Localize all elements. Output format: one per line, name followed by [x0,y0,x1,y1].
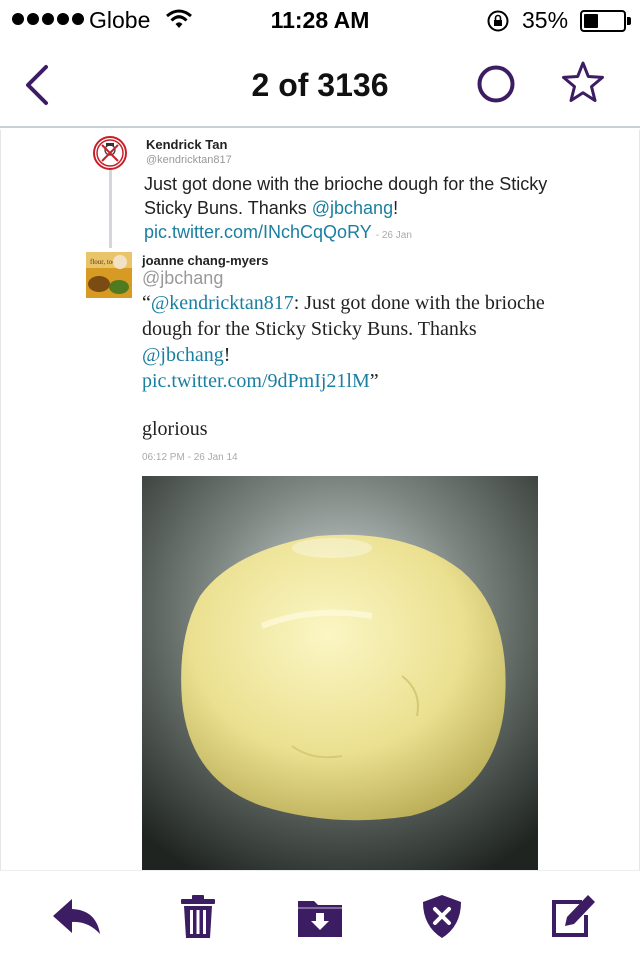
mention-link[interactable]: @kendricktan817 [151,292,294,314]
avatar[interactable]: flour, too [86,252,132,298]
tweet-text: “@kendricktan817: Just got done with the… [142,290,562,394]
quote-punct: ! [223,344,231,366]
thread-connector [109,168,112,248]
rotation-lock-icon [487,10,509,32]
mention-link[interactable]: @jbchang [312,198,393,218]
reply-icon[interactable] [50,893,102,939]
tweet-detail: Kendrick Tan @kendricktan817 Just got do… [0,130,640,870]
star-icon[interactable] [560,60,606,106]
avatar[interactable] [93,136,127,170]
tweet-punct: ! [393,198,399,218]
navigation-bar: 2 of 3136 [0,40,640,128]
photo-link[interactable]: pic.twitter.com/INchCqQoRY [144,222,372,242]
battery-icon [580,10,631,32]
status-bar: Globe 11:28 AM 35% [0,0,640,40]
unread-circle-icon[interactable] [476,64,516,104]
tweet-comment: glorious [142,418,208,440]
author-name[interactable]: joanne chang-myers [142,253,268,268]
bottom-toolbar [0,870,640,960]
svg-text:flour, too: flour, too [90,258,116,266]
author-name[interactable]: Kendrick Tan [146,137,227,152]
author-handle[interactable]: @kendricktan817 [146,154,232,166]
trash-icon[interactable] [172,893,224,939]
compose-icon[interactable] [548,893,600,939]
mention-link[interactable]: @jbchang [142,344,224,366]
author-handle[interactable]: @jbchang [142,268,223,289]
tweet-text: Just got done with the brioche dough for… [144,172,564,248]
dough-photo[interactable] [142,476,538,870]
tweet-date: - 26 Jan [375,230,412,241]
chef-logo-icon [96,139,124,167]
quote-mark: ” [369,370,379,392]
book-cover-avatar: flour, too [86,252,132,298]
block-shield-icon[interactable] [416,893,468,939]
quote-mark: “ [142,292,151,314]
archive-folder-icon[interactable] [294,893,346,939]
tweet-timestamp: 06:12 PM - 26 Jan 14 [142,452,238,463]
battery-percent: 35% [522,7,569,33]
photo-link[interactable]: pic.twitter.com/9dPmIj21lM [142,370,370,392]
page-title: 2 of 3136 [251,67,389,103]
